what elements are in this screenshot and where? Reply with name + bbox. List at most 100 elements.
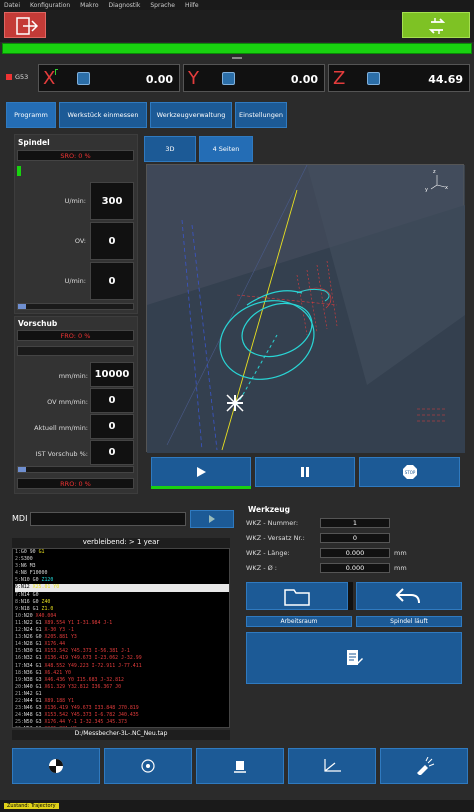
gcode-line[interactable]: 8:N16 G0 Z40 bbox=[15, 599, 229, 606]
gcode-line[interactable]: 10:N20 X40.004 bbox=[15, 613, 229, 620]
arbeitsraum-dropdown[interactable] bbox=[348, 582, 353, 610]
return-arrow-icon bbox=[395, 588, 420, 604]
wkz-laenge-value: 0.000 bbox=[320, 548, 390, 558]
vorschub-override-slider[interactable] bbox=[17, 466, 134, 473]
pause-button[interactable] bbox=[255, 457, 355, 487]
spindel-label: OV: bbox=[74, 237, 86, 245]
gcode-line[interactable]: 16:N32 G1 X136.419 Y49.673 I-23.062 J-32… bbox=[15, 655, 229, 662]
center-target-icon bbox=[49, 759, 63, 773]
axis-z-ref-icon[interactable] bbox=[367, 72, 380, 85]
mdi-input[interactable] bbox=[30, 512, 186, 526]
view-4-sides-button[interactable]: 4 Seiten bbox=[199, 136, 253, 162]
toolpath-3d-view[interactable]: z y x bbox=[146, 164, 465, 453]
gcode-line[interactable]: 4:N8 F10000 bbox=[15, 570, 229, 577]
gcode-line[interactable]: 11:N22 G1 X89.554 Y1 I-31.984 J-1 bbox=[15, 620, 229, 627]
gcode-line[interactable]: 17:N34 G1 X48.552 Y49.223 I-72.911 J-77.… bbox=[15, 663, 229, 670]
axis-y-display: Y 0.00 bbox=[183, 64, 325, 92]
axis-x-value: 0.00 bbox=[145, 73, 173, 86]
spindel-button[interactable] bbox=[356, 582, 462, 610]
gcode-line[interactable]: 23:N46 G3 X136.419 Y49.673 I33.848 J70.8… bbox=[15, 705, 229, 712]
tab-programm[interactable]: Programm bbox=[6, 102, 56, 128]
axis-y-ref-icon[interactable] bbox=[222, 72, 235, 85]
center-button[interactable] bbox=[12, 748, 100, 784]
axis-x-letter: X bbox=[43, 68, 56, 89]
wkz-nummer-value: 1 bbox=[320, 518, 390, 528]
arbeitsraum-button[interactable] bbox=[246, 582, 348, 610]
spray-icon bbox=[417, 757, 435, 775]
spindel-laeuft-caption[interactable]: Spindel läuft bbox=[356, 616, 462, 627]
gcode-line[interactable]: 18:N36 G1 X6.421 Y0 bbox=[15, 670, 229, 677]
gcode-line[interactable]: 5:N10 G0 Z120 bbox=[15, 577, 229, 584]
gcode-line[interactable]: 26:N52 G1 X205.881 Y3 bbox=[15, 726, 229, 727]
menu-makro[interactable]: Makro bbox=[80, 2, 98, 9]
vorschub-label: OV mm/min: bbox=[47, 398, 88, 406]
spindel-override-slider[interactable] bbox=[17, 303, 134, 310]
werkzeug-title: Werkzeug bbox=[248, 505, 290, 514]
gcode-line[interactable]: 24:N48 G3 X153.542 Y45.373 I-6.782 J40.4… bbox=[15, 712, 229, 719]
gcode-listing[interactable]: 1:G0 90 G1 2:S300 3:N6 M3 4:N8 F10000 5:N10 … bbox=[12, 548, 230, 728]
gcode-line[interactable]: 6:N12 X25.01 Y0 bbox=[15, 584, 229, 592]
spindel-override: SRO: 0 % bbox=[17, 150, 134, 161]
vorschub-feed-value: 10000 bbox=[90, 362, 134, 387]
gcode-line[interactable]: 7:N14 G0 bbox=[15, 592, 229, 599]
axis-x-ref-icon[interactable] bbox=[77, 72, 90, 85]
gcode-line[interactable]: 2:S300 bbox=[15, 556, 229, 563]
menu-diagnostik[interactable]: Diagnostik bbox=[109, 2, 141, 9]
gcode-line[interactable]: 20:N40 G1 X61.329 Y32.812 I36.367 J0 bbox=[15, 684, 229, 691]
wkz-label: WKZ - Nummer: bbox=[246, 519, 299, 527]
axis-z-display: Z 44.69 bbox=[328, 64, 470, 92]
gcode-line[interactable]: 12:N24 G1 X-30 Y3 -1 bbox=[15, 627, 229, 634]
axis-zero-button[interactable] bbox=[288, 748, 376, 784]
probe-center-button[interactable] bbox=[104, 748, 192, 784]
tab-werkzeugverwaltung[interactable]: Werkzeugverwaltung bbox=[150, 102, 232, 128]
gcode-line[interactable]: 19:N38 G3 X46.436 Y0 I15.683 J-32.812 bbox=[15, 677, 229, 684]
tab-einstellungen[interactable]: Einstellungen bbox=[235, 102, 287, 128]
spindle-warmup-button[interactable] bbox=[380, 748, 468, 784]
vorschub-title: Vorschub bbox=[18, 319, 58, 328]
axis-y-letter: Y bbox=[188, 68, 199, 89]
slider-thumb[interactable] bbox=[18, 304, 26, 309]
edit-program-button[interactable] bbox=[246, 632, 462, 684]
vorschub-ov-value: 0 bbox=[90, 388, 134, 413]
gcode-line[interactable]: 25:N50 G3 X176.44 Y-1 I-32.345 J45.373 bbox=[15, 719, 229, 726]
vorschub-label: mm/min: bbox=[58, 372, 88, 380]
gcode-line[interactable]: 9:N18 G1 Z1.0 bbox=[15, 606, 229, 613]
machine-status-bar bbox=[2, 43, 472, 54]
mdi-label: MDI bbox=[12, 514, 28, 523]
wkz-label: WKZ - Ø : bbox=[246, 564, 277, 572]
wkz-label: WKZ - Länge: bbox=[246, 549, 290, 557]
menu-konfiguration[interactable]: Konfiguration bbox=[30, 2, 70, 9]
exit-icon bbox=[16, 17, 39, 35]
spindel-label: U/min: bbox=[64, 277, 86, 285]
mdi-execute-button[interactable] bbox=[190, 510, 234, 528]
stop-button[interactable]: STOP bbox=[359, 457, 460, 487]
menu-bar: Datei Konfiguration Makro Diagnostik Spr… bbox=[0, 0, 474, 10]
arbeitsraum-caption[interactable]: Arbeitsraum bbox=[246, 616, 352, 627]
play-button[interactable] bbox=[151, 457, 251, 487]
menu-sprache[interactable]: Sprache bbox=[150, 2, 175, 9]
gcode-line[interactable]: 15:N30 G1 X153.542 Y45.373 I-56.381 J-1 bbox=[15, 648, 229, 655]
axis-z-value: 44.69 bbox=[428, 73, 463, 86]
cycle-start-button[interactable] bbox=[402, 12, 470, 38]
view-3d-button[interactable]: 3D bbox=[144, 136, 196, 162]
splitter-grip[interactable] bbox=[232, 57, 242, 59]
gcode-line[interactable]: 1:G0 90 G1 bbox=[15, 549, 229, 556]
gcode-line[interactable]: 21:N42 G1 bbox=[15, 691, 229, 698]
menu-hilfe[interactable]: Hilfe bbox=[185, 2, 199, 9]
gcode-line[interactable]: 22:N44 G1 X89.188 Y1 bbox=[15, 698, 229, 705]
spindel-label: U/min: bbox=[64, 197, 86, 205]
view-axis-z-label: z bbox=[433, 169, 436, 175]
gcode-line[interactable]: 14:N28 G1 X176.44 bbox=[15, 641, 229, 648]
tool-length-button[interactable] bbox=[196, 748, 284, 784]
tab-werkstueck-einmessen[interactable]: Werkstück einmessen bbox=[59, 102, 147, 128]
menu-datei[interactable]: Datei bbox=[4, 2, 20, 9]
exit-button[interactable] bbox=[4, 12, 46, 38]
axes-icon bbox=[324, 759, 341, 772]
slider-thumb[interactable] bbox=[18, 467, 26, 472]
axis-z-letter: Z bbox=[333, 68, 346, 89]
gcode-line[interactable]: 13:N26 G0 X205.881 Y3 bbox=[15, 634, 229, 641]
spindel-indicator bbox=[17, 166, 21, 176]
play-icon bbox=[197, 467, 206, 477]
wkz-unit: mm bbox=[394, 564, 407, 572]
gcode-line[interactable]: 3:N6 M3 bbox=[15, 563, 229, 570]
